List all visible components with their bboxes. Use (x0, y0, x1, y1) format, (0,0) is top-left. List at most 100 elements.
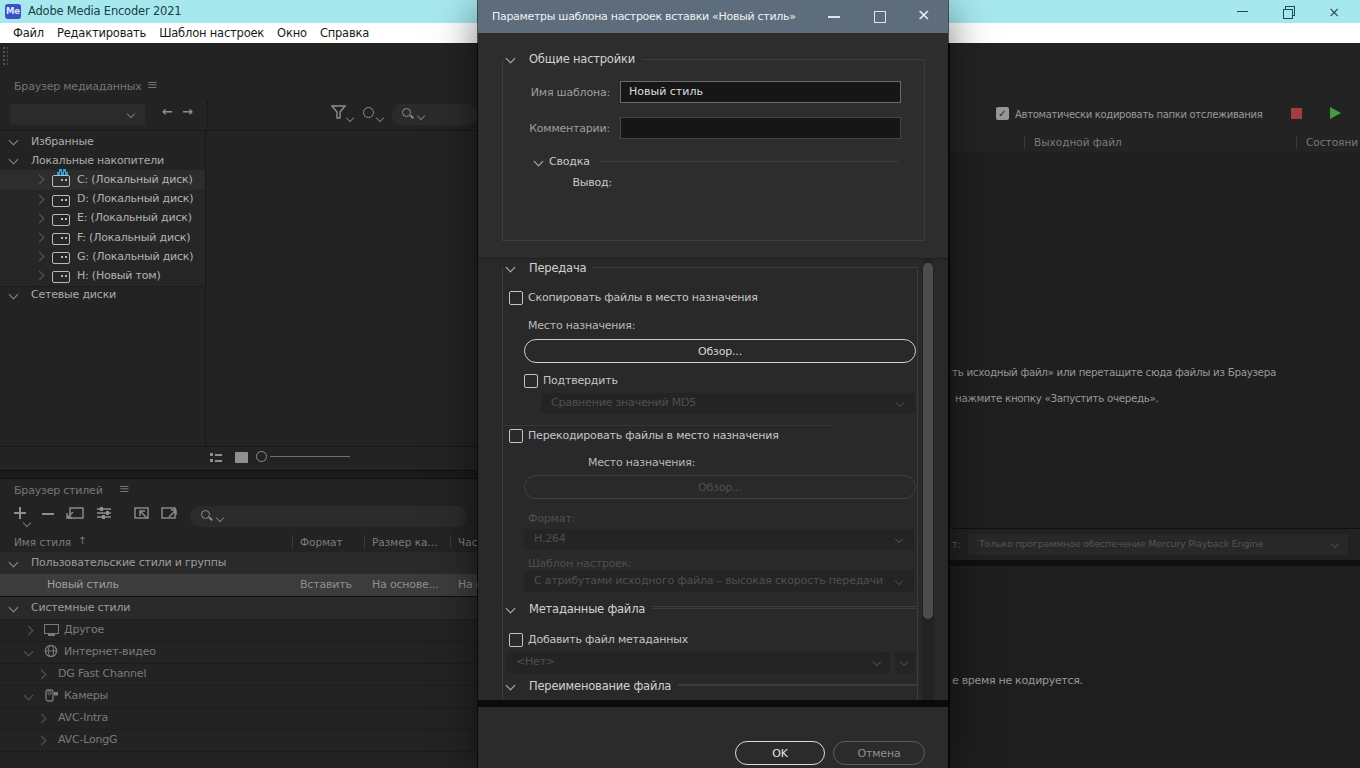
restore-icon (1283, 6, 1294, 17)
play-button[interactable] (1330, 107, 1341, 119)
dialog-close-button[interactable]: × (917, 5, 930, 24)
remove-preset-icon[interactable] (42, 513, 54, 515)
tree-item-drive-f[interactable]: F: (Локальный диск) (0, 228, 205, 248)
menu-edit[interactable]: Редактировать (57, 26, 146, 40)
queue-panel: ✓ Автоматически кодировать папки отслежи… (948, 43, 1360, 768)
comments-label: Комментарии: (498, 122, 610, 135)
preset-group-user[interactable]: Пользовательские стили и группы (0, 552, 477, 575)
tree-item-drive-g[interactable]: G: (Локальный диск) (0, 247, 205, 267)
queue-drop-area[interactable]: ть исходный файл» или перетащите сюда фа… (950, 152, 1360, 528)
monitor-icon (44, 624, 59, 634)
drive-icon (52, 214, 70, 226)
menu-file[interactable]: Файл (13, 26, 44, 40)
dialog-minimize-button[interactable] (828, 16, 840, 18)
preset-row-new-style[interactable]: Новый стиль Вставить На основе... На ос (0, 574, 477, 598)
rename-title[interactable]: Переименование файла (503, 679, 678, 693)
comments-input[interactable] (620, 117, 901, 139)
preset-row-web-video[interactable]: Интернет-видео (0, 641, 477, 664)
format-dropdown[interactable]: H.264 (524, 529, 914, 550)
camera-icon (44, 687, 59, 703)
add-preset-icon[interactable] (14, 507, 28, 521)
close-button[interactable]: × (1311, 0, 1357, 23)
add-metadata-checkbox[interactable] (509, 633, 523, 647)
summary-divider (600, 161, 898, 162)
preset-group-system[interactable]: Системные стили (0, 597, 477, 620)
zoom-slider-track[interactable] (270, 456, 350, 457)
browse-button[interactable]: Обзор... (524, 339, 916, 363)
dialog-maximize-button[interactable] (874, 11, 886, 23)
tree-item-drive-e[interactable]: E: (Локальный диск) (0, 209, 205, 229)
preset-name-input[interactable]: Новый стиль (620, 81, 901, 103)
renderer-row: т: Только программное обеспечение Mercur… (950, 528, 1360, 561)
general-settings-title[interactable]: Общие настройки (503, 52, 642, 66)
new-group-icon[interactable] (66, 505, 84, 521)
verify-checkbox[interactable] (524, 374, 538, 388)
media-source-dropdown[interactable] (10, 104, 145, 125)
format-label: Формат: (528, 512, 575, 525)
ignore-icon[interactable] (363, 107, 374, 118)
close-icon: × (1328, 4, 1340, 20)
menu-help[interactable]: Справка (320, 26, 369, 40)
filter-icon[interactable] (331, 105, 346, 119)
copy-files-checkbox[interactable] (509, 291, 523, 305)
tree-item-local-drives[interactable]: Локальные накопители (0, 151, 205, 170)
drive-icon (52, 271, 70, 283)
sort-arrow-icon: ↑ (78, 535, 86, 546)
zoom-slider-knob[interactable] (256, 451, 267, 462)
column-format[interactable]: Формат (300, 536, 343, 548)
media-browser-panel: Браузер медиаданных ≡ ← → Избранные Лока… (0, 43, 477, 470)
preset-row-dg-fast-channel[interactable]: DG Fast Channel (0, 663, 477, 686)
thumbnail-view-icon[interactable] (235, 452, 248, 463)
verify-dropdown[interactable]: Сравнение значений MD5 (541, 393, 915, 413)
column-status[interactable]: Состояни (1306, 136, 1358, 148)
column-frame-size[interactable]: Размер ка... (372, 536, 438, 548)
auto-encode-checkbox[interactable]: ✓ (996, 107, 1009, 120)
drive-icon (52, 252, 70, 264)
dialog-scrollbar-thumb[interactable] (923, 263, 933, 619)
export-preset-icon[interactable] (160, 505, 178, 521)
transcode-label: Перекодировать файлы в место назначения (528, 429, 779, 442)
back-arrow-icon[interactable]: ← (162, 104, 173, 119)
menu-preset[interactable]: Шаблон настроек (159, 26, 264, 40)
import-preset-icon[interactable] (132, 505, 150, 521)
panel-menu-icon[interactable]: ≡ (147, 77, 158, 92)
preset-row-cameras[interactable]: Камеры (0, 685, 477, 708)
preset-dropdown[interactable]: С атрибутами исходного файла – высокая с… (524, 571, 914, 592)
ignore-dropdown-icon[interactable] (376, 114, 384, 122)
preset-search-input[interactable] (190, 506, 467, 527)
tree-item-drive-h[interactable]: H: (Новый том) (0, 266, 205, 286)
column-name[interactable]: Имя стиля (14, 536, 71, 548)
browse2-button[interactable]: Обзор... (524, 475, 916, 499)
tree-item-network-drives[interactable]: Сетевые диски (0, 286, 205, 305)
transfer-title[interactable]: Передача (503, 261, 593, 275)
restore-button[interactable] (1265, 0, 1311, 23)
media-search-input[interactable] (392, 104, 477, 125)
minimize-button[interactable] (1219, 0, 1265, 23)
tree-item-drive-d[interactable]: D: (Локальный диск) (0, 190, 205, 210)
preset-label: Шаблон настроек: (528, 557, 632, 570)
metadata-extra-dropdown[interactable] (895, 652, 915, 673)
window-title: Adobe Media Encoder 2021 (28, 4, 181, 18)
list-view-icon[interactable] (210, 452, 222, 463)
renderer-label-fragment: т: (952, 539, 961, 550)
ok-button[interactable]: OK (735, 741, 825, 765)
cancel-button[interactable]: Отмена (833, 741, 925, 765)
preset-row-other[interactable]: Другое (0, 619, 477, 642)
preset-settings-icon[interactable] (96, 505, 113, 521)
panel-menu-icon[interactable]: ≡ (119, 481, 130, 496)
preset-row-avc-longg[interactable]: AVC-LongG (0, 729, 477, 752)
forward-arrow-icon[interactable]: → (182, 104, 193, 119)
renderer-dropdown[interactable]: Только программное обеспечение Mercury P… (968, 534, 1348, 555)
menu-window[interactable]: Окно (277, 26, 307, 40)
tree-item-favorites[interactable]: Избранные (0, 132, 205, 151)
system-drive-icon (52, 175, 70, 187)
metadata-file-dropdown[interactable]: <Нет> (506, 652, 890, 673)
metadata-title[interactable]: Метаданные файла (503, 602, 652, 616)
stop-button[interactable] (1291, 108, 1302, 119)
filter-dropdown-icon[interactable] (346, 114, 354, 122)
tree-item-drive-c[interactable]: C: (Локальный диск) (0, 170, 205, 190)
transcode-checkbox[interactable] (509, 429, 523, 443)
preset-row-avc-intra[interactable]: AVC-Intra (0, 707, 477, 730)
summary-title[interactable]: Сводка (549, 155, 590, 168)
column-output-file[interactable]: Выходной файл (1034, 136, 1122, 148)
